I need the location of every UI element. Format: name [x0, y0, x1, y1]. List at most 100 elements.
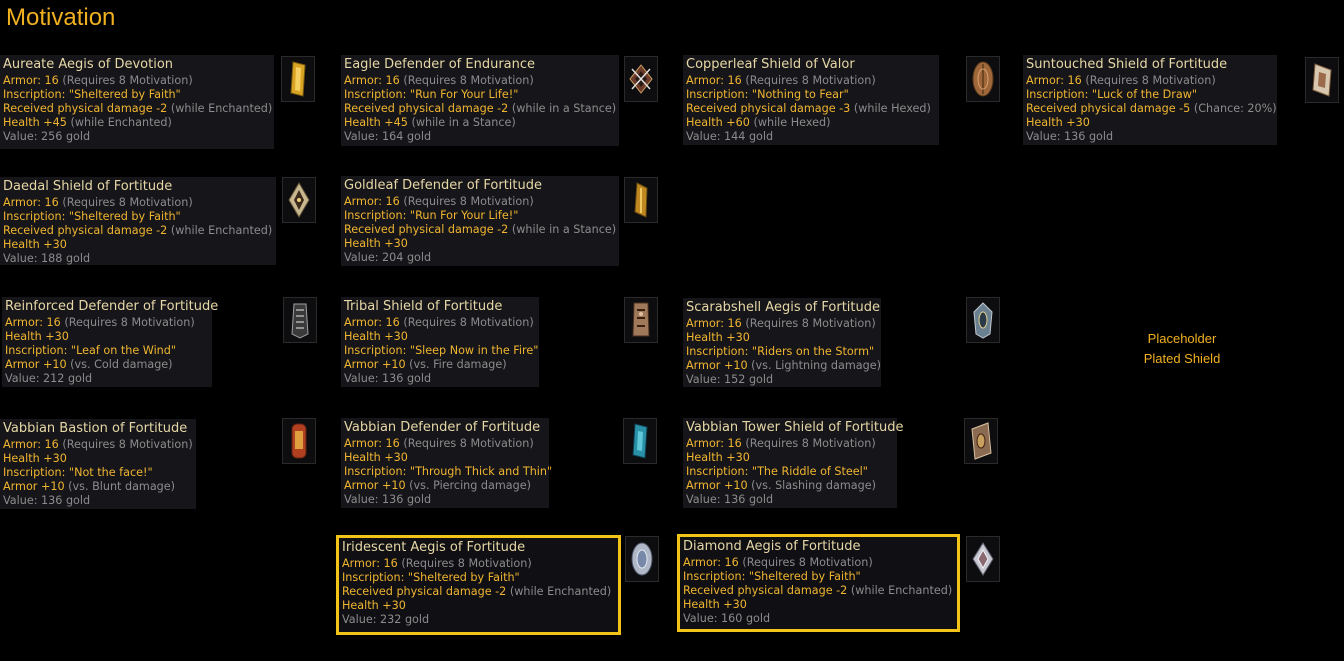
health-stat: Health +30 — [342, 599, 406, 612]
item-name: Scarabshell Aegis of Fortitude — [686, 300, 880, 315]
item-tooltip-eagle[interactable]: Eagle Defender of Endurance Armor: 16 (R… — [341, 55, 619, 146]
gold-aegis-shield-icon[interactable] — [281, 56, 315, 102]
item-value: Value: 136 gold — [686, 493, 774, 506]
damage-reduction-stat: Received physical damage -5 — [1026, 102, 1191, 115]
reinforced-shield-icon[interactable] — [283, 297, 317, 343]
item-value: Value: 136 gold — [1026, 130, 1114, 143]
inscription: Inscription: "Nothing to Fear" — [686, 88, 849, 101]
item-name: Vabbian Tower Shield of Fortitude — [686, 420, 904, 435]
armor-requirement: (Requires 8 Motivation) — [403, 437, 534, 450]
inscription: Inscription: "Luck of the Draw" — [1026, 88, 1198, 101]
armor-bonus-stat: Armor +10 — [344, 479, 406, 492]
item-value: Value: 256 gold — [3, 130, 91, 143]
item-tooltip-scarab[interactable]: Scarabshell Aegis of Fortitude Armor: 16… — [683, 298, 881, 387]
gold-leaf-shield-icon[interactable] — [624, 177, 658, 223]
item-value: Value: 136 gold — [344, 493, 432, 506]
placeholder-line-1: Placeholder — [1147, 331, 1217, 346]
damage-condition: (while in a Stance) — [511, 223, 617, 236]
armor-bonus-condition: (vs. Slashing damage) — [751, 479, 876, 492]
health-stat: Health +30 — [344, 451, 408, 464]
item-name: Aureate Aegis of Devotion — [3, 57, 174, 72]
item-tooltip-aureate[interactable]: Aureate Aegis of Devotion Armor: 16 (Req… — [0, 55, 274, 149]
health-stat: Health +30 — [686, 451, 750, 464]
scarab-shield-icon[interactable] — [966, 297, 1000, 343]
inscription: Inscription: "Not the face!" — [3, 466, 153, 479]
inscription: Inscription: "Run For Your Life!" — [344, 209, 519, 222]
item-tooltip-reinforced[interactable]: Reinforced Defender of Fortitude Armor: … — [2, 297, 219, 387]
armor-bonus-condition: (vs. Blunt damage) — [68, 480, 176, 493]
armor-stat: Armor: 16 — [342, 557, 398, 570]
armor-stat: Armor: 16 — [3, 74, 59, 87]
health-stat: Health +45 — [3, 116, 67, 129]
item-name: Vabbian Defender of Fortitude — [344, 420, 541, 435]
daedal-shield-icon[interactable] — [282, 177, 316, 223]
armor-bonus-condition: (vs. Piercing damage) — [409, 479, 531, 492]
damage-condition: (while Enchanted) — [850, 584, 953, 597]
inscription: Inscription: "Sheltered by Faith" — [683, 570, 861, 583]
damage-reduction-stat: Received physical damage -2 — [3, 102, 168, 115]
damage-reduction-stat: Received physical damage -3 — [686, 102, 851, 115]
armor-requirement: (Requires 8 Motivation) — [742, 556, 873, 569]
item-tooltip-daedal[interactable]: Daedal Shield of Fortitude Armor: 16 (Re… — [0, 177, 276, 265]
armor-requirement: (Requires 8 Motivation) — [745, 317, 876, 330]
inscription: Inscription: "The Riddle of Steel" — [686, 465, 868, 478]
vabbian-bastion-icon[interactable] — [282, 418, 316, 464]
item-name: Diamond Aegis of Fortitude — [683, 539, 861, 554]
item-tooltip-copperleaf[interactable]: Copperleaf Shield of Valor Armor: 16 (Re… — [683, 55, 939, 145]
armor-stat: Armor: 16 — [683, 556, 739, 569]
armor-stat: Armor: 16 — [5, 316, 61, 329]
damage-condition: (while Enchanted) — [170, 102, 273, 115]
item-tooltip-tribal[interactable]: Tribal Shield of Fortitude Armor: 16 (Re… — [341, 297, 539, 387]
health-stat: Health +45 — [344, 116, 408, 129]
inscription: Inscription: "Sleep Now in the Fire" — [344, 344, 539, 357]
armor-stat: Armor: 16 — [344, 74, 400, 87]
armor-stat: Armor: 16 — [1026, 74, 1082, 87]
armor-stat: Armor: 16 — [686, 74, 742, 87]
item-value: Value: 160 gold — [683, 612, 771, 625]
item-name: Reinforced Defender of Fortitude — [5, 299, 219, 314]
damage-condition: (while Enchanted) — [509, 585, 612, 598]
health-stat: Health +30 — [5, 330, 69, 343]
damage-condition: (while Hexed) — [853, 102, 931, 115]
sun-shield-icon[interactable] — [1305, 57, 1339, 103]
armor-stat: Armor: 16 — [344, 195, 400, 208]
item-name: Eagle Defender of Endurance — [344, 57, 536, 72]
item-value: Value: 232 gold — [342, 613, 430, 626]
item-name: Daedal Shield of Fortitude — [3, 179, 173, 194]
armor-requirement: (Requires 8 Motivation) — [403, 195, 534, 208]
placeholder-line-2: Plated Shield — [1143, 351, 1221, 366]
vabbian-defender-icon[interactable] — [623, 418, 657, 464]
health-condition: (while in a Stance) — [411, 116, 516, 129]
armor-requirement: (Requires 8 Motivation) — [745, 74, 876, 87]
damage-reduction-stat: Received physical damage -2 — [344, 223, 509, 236]
inscription: Inscription: "Sheltered by Faith" — [3, 88, 181, 101]
item-tooltip-tower[interactable]: Vabbian Tower Shield of Fortitude Armor:… — [683, 418, 904, 508]
diamond-aegis-icon[interactable] — [966, 536, 1000, 582]
item-value: Value: 164 gold — [344, 130, 432, 143]
health-stat: Health +60 — [686, 116, 750, 129]
vabbian-tower-shield-icon[interactable] — [964, 418, 998, 464]
item-tooltip-diamond[interactable]: Diamond Aegis of Fortitude Armor: 16 (Re… — [677, 534, 960, 632]
armor-bonus-stat: Armor +10 — [686, 359, 748, 372]
damage-condition: (while in a Stance) — [511, 102, 617, 115]
item-value: Value: 212 gold — [5, 372, 93, 385]
armor-bonus-stat: Armor +10 — [686, 479, 748, 492]
tribal-shield-icon[interactable] — [624, 297, 658, 343]
damage-reduction-stat: Received physical damage -2 — [344, 102, 509, 115]
eagle-shield-icon[interactable] — [624, 56, 658, 102]
item-value: Value: 136 gold — [344, 372, 432, 385]
item-tooltip-bastion[interactable]: Vabbian Bastion of Fortitude Armor: 16 (… — [0, 419, 196, 509]
placeholder-label: Placeholder Plated Shield — [1120, 329, 1244, 369]
copper-leaf-shield-icon[interactable] — [966, 56, 1000, 102]
armor-requirement: (Requires 8 Motivation) — [1085, 74, 1216, 87]
armor-stat: Armor: 16 — [3, 438, 59, 451]
armor-requirement: (Requires 8 Motivation) — [62, 74, 193, 87]
item-tooltip-suntouched[interactable]: Suntouched Shield of Fortitude Armor: 16… — [1023, 55, 1277, 145]
item-tooltip-vdefender[interactable]: Vabbian Defender of Fortitude Armor: 16 … — [341, 418, 552, 508]
health-condition: (while Enchanted) — [70, 116, 172, 129]
item-name: Tribal Shield of Fortitude — [344, 299, 503, 314]
iridescent-aegis-icon[interactable] — [625, 536, 659, 582]
item-tooltip-goldleaf[interactable]: Goldleaf Defender of Fortitude Armor: 16… — [341, 176, 619, 266]
damage-condition: (while Enchanted) — [170, 224, 273, 237]
item-tooltip-iridescent[interactable]: Iridescent Aegis of Fortitude Armor: 16 … — [336, 535, 621, 635]
